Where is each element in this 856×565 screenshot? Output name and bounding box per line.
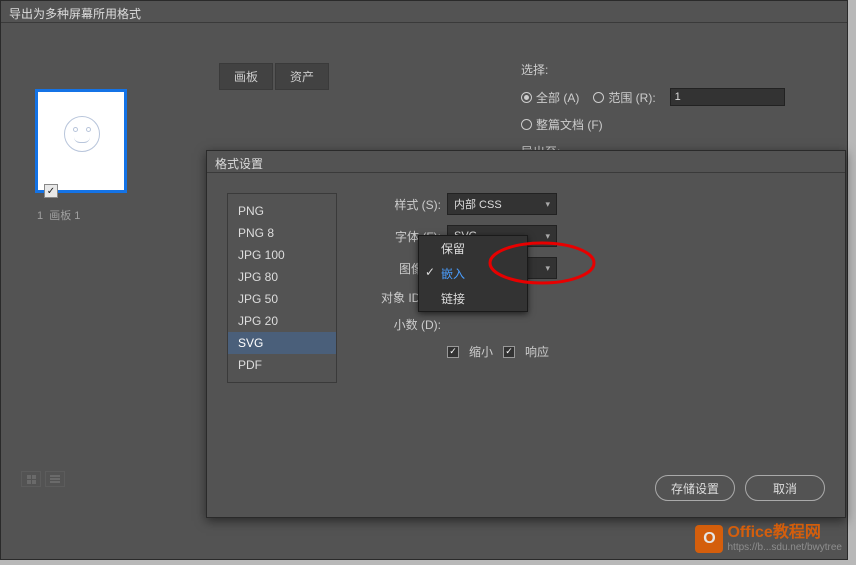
minify-label: 缩小 [469, 343, 493, 360]
tab-assets[interactable]: 资产 [275, 63, 329, 90]
radio-range[interactable]: 范围 (R): [593, 89, 655, 106]
image-dropdown-menu: 保留 嵌入 链接 [418, 235, 528, 312]
list-icon [50, 475, 60, 483]
format-item-jpg100[interactable]: JPG 100 [228, 244, 336, 266]
radio-all[interactable]: 全部 (A) [521, 89, 579, 106]
responsive-label: 响应 [525, 343, 549, 360]
responsive-checkbox[interactable]: ✓ [503, 346, 515, 358]
format-item-jpg50[interactable]: JPG 50 [228, 288, 336, 310]
format-titlebar: 格式设置 [207, 151, 845, 173]
artboard-preview [64, 116, 100, 152]
tabs: 画板 资产 [219, 63, 329, 90]
dropdown-item-keep[interactable]: 保留 [419, 236, 527, 261]
radio-dot-icon [521, 92, 532, 103]
format-item-png[interactable]: PNG [228, 200, 336, 222]
range-input[interactable] [670, 88, 785, 106]
format-list: PNG PNG 8 JPG 100 JPG 80 JPG 50 JPG 20 S… [227, 193, 337, 383]
chevron-down-icon: ▾ [545, 199, 550, 210]
chevron-down-icon: ▾ [545, 231, 550, 242]
minify-checkbox[interactable]: ✓ [447, 346, 459, 358]
dialog-buttons: 存储设置 取消 [655, 475, 825, 501]
view-toggles [21, 471, 65, 487]
artboard-checkbox[interactable]: ✓ [44, 184, 58, 198]
format-item-pdf[interactable]: PDF [228, 354, 336, 376]
format-item-png8[interactable]: PNG 8 [228, 222, 336, 244]
radio-dot-icon [593, 92, 604, 103]
cancel-button[interactable]: 取消 [745, 475, 825, 501]
format-settings-dialog: 格式设置 PNG PNG 8 JPG 100 JPG 80 JPG 50 JPG… [206, 150, 846, 518]
save-button[interactable]: 存储设置 [655, 475, 735, 501]
format-item-jpg80[interactable]: JPG 80 [228, 266, 336, 288]
select-label: 选择: [521, 61, 548, 78]
artboard-thumbnail[interactable]: ✓ [35, 89, 127, 193]
watermark-icon: O [695, 525, 723, 553]
dropdown-item-embed[interactable]: 嵌入 [419, 261, 527, 286]
dropdown-item-link[interactable]: 链接 [419, 286, 527, 311]
radio-dot-icon [521, 119, 532, 130]
decimal-label: 小数 (D): [361, 316, 441, 333]
main-title: 导出为多种屏幕所用格式 [9, 7, 141, 21]
style-label: 样式 (S): [361, 196, 441, 213]
main-titlebar: 导出为多种屏幕所用格式 [1, 1, 847, 23]
chevron-down-icon: ▾ [545, 263, 550, 274]
artboard-label: 1 画板 1 [37, 207, 199, 223]
list-view-toggle[interactable] [45, 471, 65, 487]
grid-view-toggle[interactable] [21, 471, 41, 487]
watermark-url: https://b...sdu.net/bwytree [727, 542, 842, 553]
grid-icon [27, 475, 36, 484]
artboard-panel: ✓ 1 画板 1 [29, 89, 199, 223]
watermark: O Office教程网 https://b...sdu.net/bwytree [695, 524, 842, 553]
format-body: PNG PNG 8 JPG 100 JPG 80 JPG 50 JPG 20 S… [207, 173, 845, 403]
watermark-brand: Office教程网 [727, 524, 842, 542]
format-title: 格式设置 [215, 157, 263, 171]
format-item-jpg20[interactable]: JPG 20 [228, 310, 336, 332]
radio-full-doc[interactable]: 整篇文档 (F) [521, 116, 603, 133]
style-select[interactable]: 内部 CSS ▾ [447, 193, 557, 215]
tab-artboard[interactable]: 画板 [219, 63, 273, 90]
format-item-svg[interactable]: SVG [228, 332, 336, 354]
